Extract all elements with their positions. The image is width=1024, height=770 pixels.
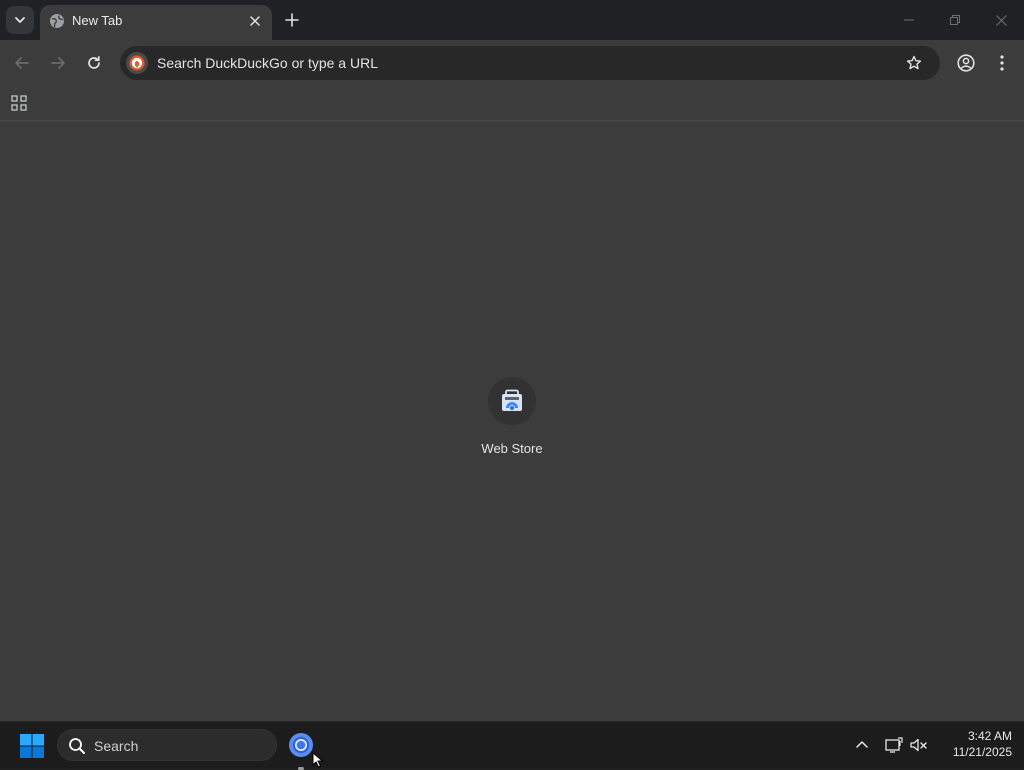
duckduckgo-icon xyxy=(126,52,148,74)
close-icon xyxy=(995,14,1007,26)
browser-toolbar: Search DuckDuckGo or type a URL xyxy=(0,40,1024,86)
arrow-right-icon xyxy=(51,57,65,69)
tab-strip: New Tab xyxy=(0,0,1024,40)
chevron-down-icon xyxy=(15,17,25,23)
web-store-icon xyxy=(502,389,522,411)
search-icon xyxy=(69,738,85,754)
taskbar-search[interactable]: Search xyxy=(57,729,277,761)
shortcut-web-store[interactable]: Web Store xyxy=(472,371,552,461)
address-bar[interactable]: Search DuckDuckGo or type a URL xyxy=(120,46,940,80)
apps-button[interactable] xyxy=(8,92,30,114)
taskbar-clock[interactable]: 3:42 AM 11/21/2025 xyxy=(936,728,1012,760)
star-icon xyxy=(906,55,922,70)
clock-date: 11/21/2025 xyxy=(952,745,1012,759)
volume-button[interactable] xyxy=(908,734,930,756)
globe-icon xyxy=(50,14,64,28)
show-hidden-icons-button[interactable] xyxy=(851,734,873,756)
tab-close-button[interactable] xyxy=(245,11,265,31)
arrow-left-icon xyxy=(15,57,29,69)
kebab-menu-icon xyxy=(1000,55,1004,71)
new-tab-button[interactable] xyxy=(280,8,304,32)
tab-title: New Tab xyxy=(72,13,123,28)
close-window-button[interactable] xyxy=(978,0,1024,40)
reload-icon xyxy=(88,55,100,69)
apps-grid-icon xyxy=(11,95,27,111)
windows-logo-icon xyxy=(20,734,44,758)
forward-button[interactable] xyxy=(42,47,74,79)
profile-button[interactable] xyxy=(950,47,982,79)
reload-button[interactable] xyxy=(78,47,110,79)
tab-search-button[interactable] xyxy=(6,6,34,34)
network-button[interactable] xyxy=(883,734,905,756)
chevron-up-icon xyxy=(856,741,868,748)
start-button[interactable] xyxy=(16,730,48,762)
chrome-icon xyxy=(289,733,313,757)
volume-muted-icon xyxy=(910,738,927,752)
address-bar-placeholder: Search DuckDuckGo or type a URL xyxy=(157,55,378,71)
minimize-icon xyxy=(904,19,914,21)
taskbar-search-label: Search xyxy=(94,738,139,754)
back-button[interactable] xyxy=(6,47,38,79)
mouse-pointer-icon xyxy=(312,752,324,768)
plus-icon xyxy=(285,13,299,27)
bookmark-star-button[interactable] xyxy=(904,53,924,73)
clock-time: 3:42 AM xyxy=(967,729,1012,743)
minimize-button[interactable] xyxy=(886,0,932,40)
restore-button[interactable] xyxy=(932,0,978,40)
tab-new-tab[interactable]: New Tab xyxy=(40,5,272,40)
shortcut-label: Web Store xyxy=(481,441,543,456)
close-icon xyxy=(250,16,260,26)
profile-icon xyxy=(957,54,975,72)
bookmarks-bar xyxy=(0,86,1024,121)
new-tab-page: Web Store xyxy=(0,121,1024,721)
network-icon xyxy=(885,737,903,753)
taskbar: Search 3:42 AM 11/21/2025 xyxy=(0,721,1024,770)
browser-menu-button[interactable] xyxy=(986,47,1018,79)
shortcut-tile xyxy=(488,377,536,425)
restore-icon xyxy=(950,15,960,25)
